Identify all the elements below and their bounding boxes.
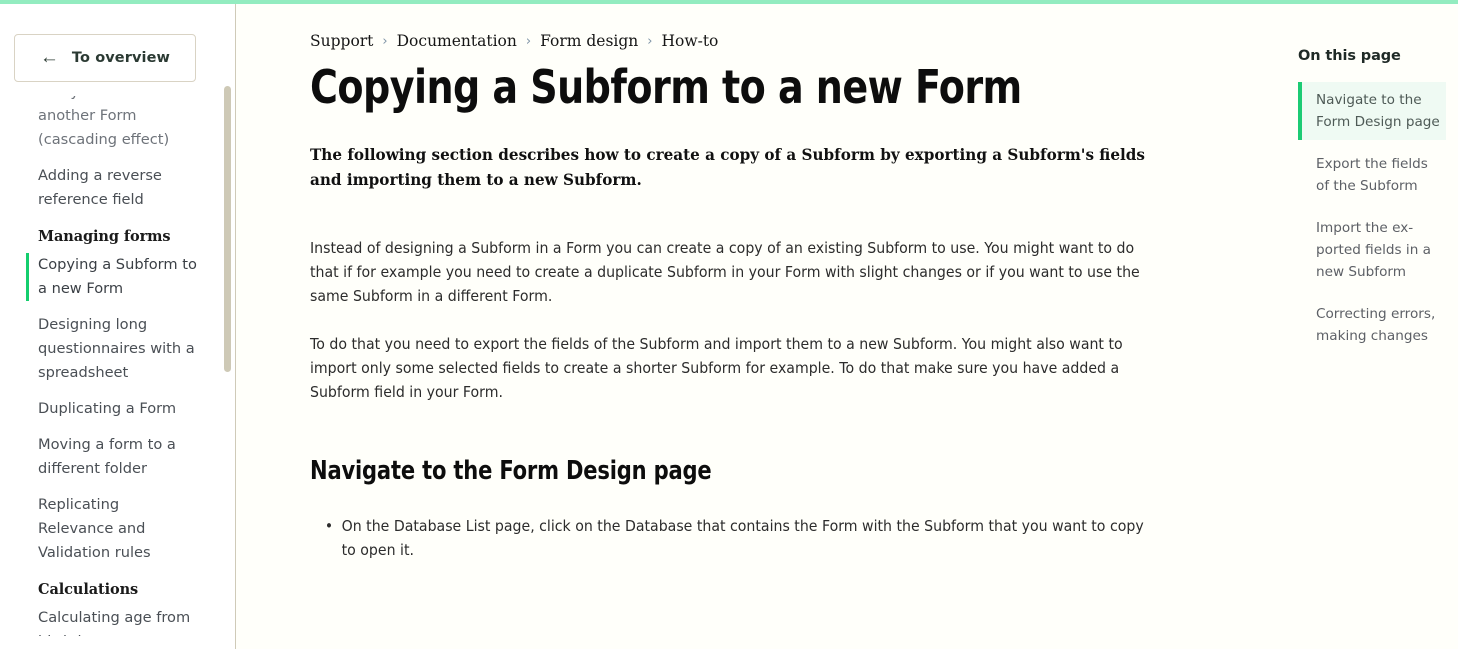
article-container: Support › Documentation › Form design › How-to… [236, 4, 1211, 562]
article-paragraph: To do that you need to export the fields… [310, 335, 1123, 401]
left-sidebar: ← To overview many fields of another For… [0, 0, 236, 649]
breadcrumb-item[interactable]: Support [310, 32, 373, 50]
sidebar-nav-scroll-area: many fields of another Form (cascading e… [0, 96, 235, 636]
breadcrumb-item[interactable]: Form design [540, 32, 638, 50]
sidebar-scrollbar-thumb[interactable] [224, 86, 231, 372]
sidebar-nav-list: many fields of another Form (cascading e… [26, 96, 209, 636]
breadcrumb-item[interactable]: Documentation [397, 32, 517, 50]
sidebar-item[interactable]: Replicating Relevance and Validation rul… [38, 491, 198, 567]
article-lead: The following section describes how to c… [310, 145, 1145, 189]
on-this-page-item[interactable]: Export the fields of the Subform [1298, 146, 1446, 204]
sidebar-item[interactable]: Adding a reverse reference field [38, 162, 198, 214]
sidebar-item[interactable]: Calculating age from birthdate [38, 604, 198, 636]
page-title: Copying a Subform to a new Form [310, 60, 1022, 114]
overview-button-container: ← To overview [0, 4, 235, 82]
sidebar-item[interactable]: Duplicating a Form [38, 395, 198, 423]
sidebar-group-title: Calculations [38, 581, 139, 598]
breadcrumb-separator-icon: › [647, 33, 653, 49]
on-this-page-item[interactable]: Navigate to the Form Design page [1298, 82, 1446, 140]
to-overview-label: To overview [71, 50, 171, 66]
on-this-page-item[interactable]: Import the ex­ported fields in a new Sub… [1298, 210, 1446, 290]
sidebar-item[interactable]: Designing long questionnaires with a spr… [38, 311, 198, 387]
on-this-page-sidebar: On this page Navigate to the Form Design… [1284, 4, 1458, 649]
list-item: On the Database List page, click on the … [310, 514, 1147, 562]
sidebar-group-title: Managing forms [38, 228, 171, 245]
article-paragraph: Instead of designing a Subform in a Form… [310, 239, 1140, 305]
to-overview-button[interactable]: ← To overview [14, 34, 196, 82]
section-heading: Navigate to the Form Design page [310, 456, 712, 486]
top-accent-bar [0, 0, 1458, 4]
sidebar-item[interactable]: many fields of another Form (cascading e… [38, 96, 198, 154]
documentation-page: ← To overview many fields of another For… [0, 0, 1458, 649]
sidebar-item[interactable]: Copying a Subform to a new Form [26, 251, 198, 303]
breadcrumb-item[interactable]: How-to [661, 32, 718, 50]
breadcrumb-separator-icon: › [382, 33, 388, 49]
breadcrumb: Support › Documentation › Form design › How-to [310, 32, 1211, 50]
on-this-page-title: On this page [1298, 48, 1401, 64]
sidebar-item[interactable]: Moving a form to a different folder [38, 431, 198, 483]
arrow-left-icon: ← [39, 47, 59, 68]
on-this-page-item[interactable]: Correcting errors, making changes [1298, 296, 1446, 354]
main-content: Support › Documentation › Form design › How-to… [236, 0, 1458, 649]
breadcrumb-separator-icon: › [525, 33, 532, 49]
instruction-list: On the Database List page, click on the … [310, 514, 1210, 562]
on-this-page-list: Navigate to the Form Design page Export t… [1298, 82, 1446, 354]
